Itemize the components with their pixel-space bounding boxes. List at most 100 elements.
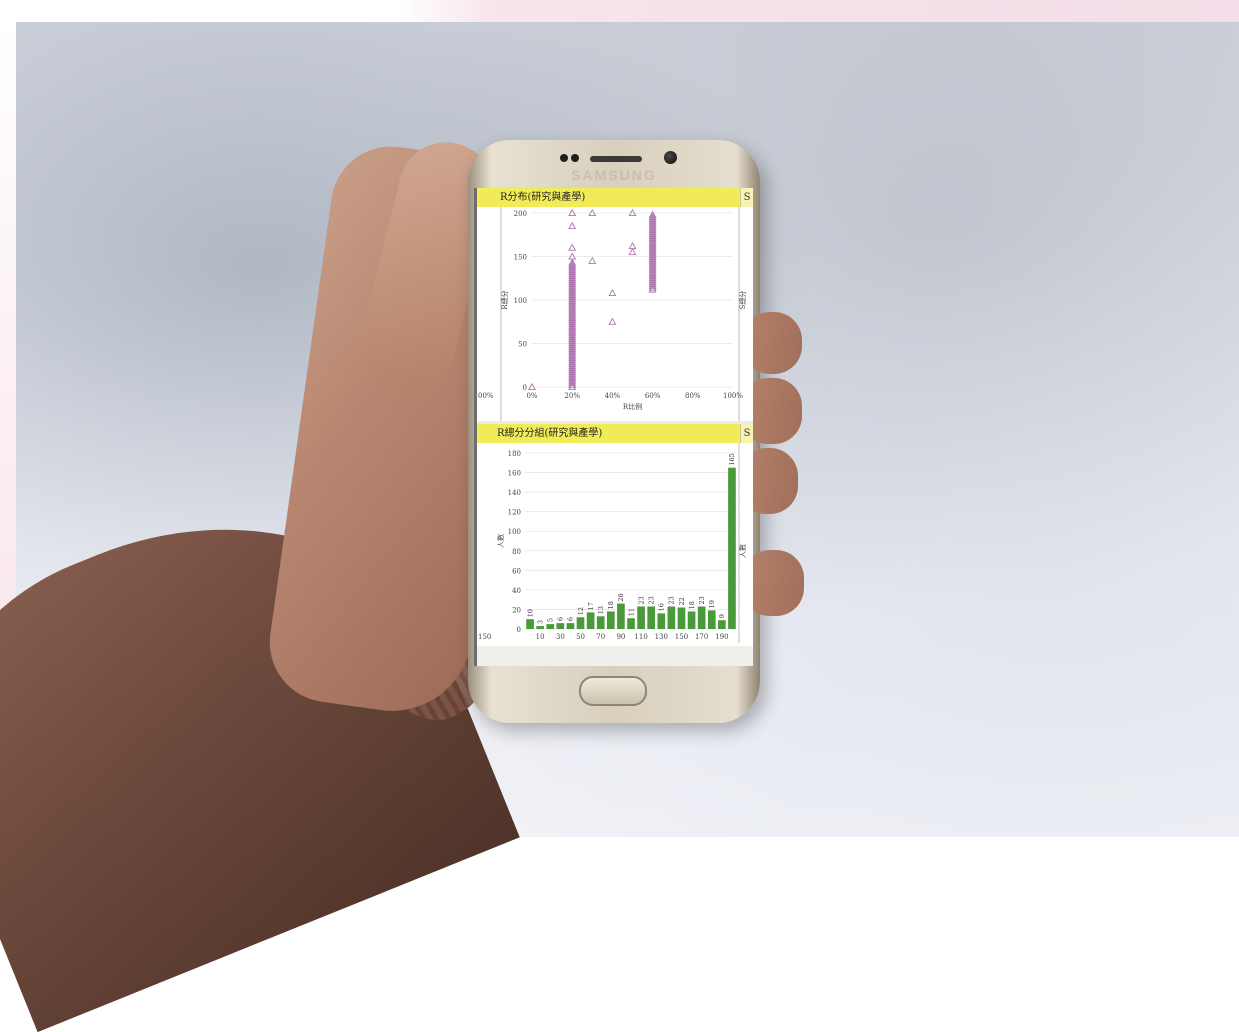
- bar: [586, 612, 595, 629]
- bar: [576, 617, 585, 629]
- bar: [596, 616, 605, 629]
- bar: [627, 618, 635, 629]
- bar-data-label: 17: [587, 602, 595, 610]
- bar-left-edge-label: 150: [478, 633, 491, 641]
- bar: [667, 606, 676, 629]
- bar-data-label: 23: [647, 596, 655, 604]
- bar: [546, 624, 555, 629]
- bar-data-label: 11: [627, 608, 635, 616]
- top-border-band: [0, 0, 1239, 22]
- home-button[interactable]: [579, 676, 647, 706]
- bar-y-tick-label: 0: [517, 626, 521, 634]
- front-camera: [664, 151, 677, 164]
- scatter-point: [608, 288, 617, 297]
- bar-data-label: 23: [668, 596, 676, 604]
- bar: [728, 467, 736, 629]
- bar-y-tick-label: 140: [508, 489, 521, 497]
- bar-data-label: 18: [688, 601, 696, 609]
- scatter-y-tick-label: 150: [514, 254, 527, 262]
- bar-y-tick-label: 60: [512, 567, 521, 575]
- scatter-right-axis-title: S總分: [738, 291, 747, 310]
- scatter-y-tick-label: 0: [523, 384, 527, 392]
- bar-data-label: 23: [637, 596, 645, 604]
- scatter-left-edge-label: 00%: [478, 392, 494, 400]
- bar-data-label: 22: [678, 597, 686, 605]
- bar-y-tick-label: 120: [508, 509, 521, 517]
- screen-bottom-bar: [477, 646, 753, 666]
- bar: [647, 606, 656, 629]
- scatter-point: [628, 248, 637, 256]
- bar-x-tick-label: 70: [596, 633, 605, 641]
- bar-x-tick-label: 190: [715, 633, 728, 641]
- scatter-x-tick-label: 40%: [605, 392, 621, 400]
- bar-data-label: 10: [526, 609, 534, 617]
- scatter-x-tick-label: 60%: [645, 392, 661, 400]
- bar: [637, 606, 645, 629]
- scatter-point: [568, 243, 577, 251]
- scatter-panel-title: R分布(研究與產學): [477, 188, 753, 207]
- bar: [718, 620, 726, 629]
- bar-x-tick-label: 110: [634, 633, 647, 641]
- scatter-point: [588, 256, 597, 264]
- scatter-x-tick-label: 80%: [685, 392, 701, 400]
- bar-data-label: 26: [617, 593, 625, 601]
- bar-data-label: 6: [557, 617, 565, 621]
- scatter-point: [628, 241, 637, 250]
- bar: [606, 611, 615, 629]
- bar-y-tick-label: 40: [512, 587, 521, 595]
- bar-panel-title: R總分分組(研究與產學): [477, 424, 753, 443]
- bar-data-label: 5: [547, 618, 555, 622]
- scatter-point: [608, 317, 617, 325]
- scatter-x-tick-label: 100%: [723, 392, 743, 400]
- bar-x-tick-label: 170: [695, 633, 708, 641]
- bar-x-tick-label: 150: [675, 633, 688, 641]
- scatter-y-tick-label: 200: [514, 210, 527, 218]
- bar: [536, 626, 544, 629]
- bar: [697, 606, 706, 629]
- bar-chart: 020406080100120140160180103 5 6 61217 131826…: [478, 443, 747, 643]
- bar: [657, 613, 666, 629]
- scatter-y-tick-label: 50: [518, 341, 527, 349]
- light-sensor: [571, 154, 579, 162]
- bar-data-label: 165: [728, 453, 736, 465]
- bar-x-tick-label: 50: [576, 633, 585, 641]
- bar-y-tick-label: 160: [508, 470, 521, 478]
- bar: [677, 607, 686, 629]
- earpiece-speaker: [590, 156, 642, 162]
- proximity-sensor: [560, 154, 568, 162]
- bar-data-label: 6: [567, 617, 575, 621]
- bar: [687, 611, 696, 629]
- bar-x-tick-label: 130: [655, 633, 668, 641]
- bar-x-tick-label: 90: [616, 633, 625, 641]
- bar-data-label: 3: [536, 620, 544, 624]
- scatter-chart: 0 50 100 150 200 0% 20% 40% 60% 80% 100% R比例 R總分 S總分 0…: [478, 207, 747, 421]
- bar-right-axis-title: 人數: [738, 544, 747, 558]
- scatter-x-tick-label: 20%: [564, 392, 580, 400]
- bar-data-label: 12: [577, 607, 585, 615]
- bar: [566, 623, 575, 629]
- scatter-y-axis-title: R總分: [500, 290, 509, 309]
- bar-y-tick-label: 80: [512, 548, 521, 556]
- scatter-x-tick-label: 0%: [526, 392, 537, 400]
- bar: [556, 623, 565, 629]
- brand-logo: SAMSUNG: [571, 167, 657, 183]
- bar-data-label: 16: [658, 603, 666, 611]
- bar-y-axis-title: 人數: [496, 534, 505, 548]
- scatter-y-tick-label: 100: [514, 297, 527, 305]
- bar-data-label: 23: [698, 596, 706, 604]
- scatter-panel-tab[interactable]: S: [740, 188, 753, 207]
- bar-data-label: 18: [607, 601, 615, 609]
- bar-y-tick-label: 100: [508, 528, 521, 536]
- scatter-point: [568, 221, 577, 230]
- bar: [617, 603, 625, 629]
- bar-y-tick-label: 20: [512, 606, 521, 614]
- bar-data-label: 13: [597, 606, 605, 614]
- bar-x-tick-label: 30: [556, 633, 565, 641]
- phone-screen[interactable]: R分布(研究與產學) S 0 50 100 150 200 0% 20% 40% 60% 80% 1…: [474, 188, 753, 666]
- bar-data-label: 9: [718, 614, 726, 618]
- scatter-x-axis-title: R比例: [623, 402, 642, 411]
- bar: [707, 610, 716, 629]
- bar-y-tick-label: 180: [508, 450, 521, 458]
- bar: [526, 619, 534, 629]
- bar-panel-tab[interactable]: S: [740, 424, 753, 443]
